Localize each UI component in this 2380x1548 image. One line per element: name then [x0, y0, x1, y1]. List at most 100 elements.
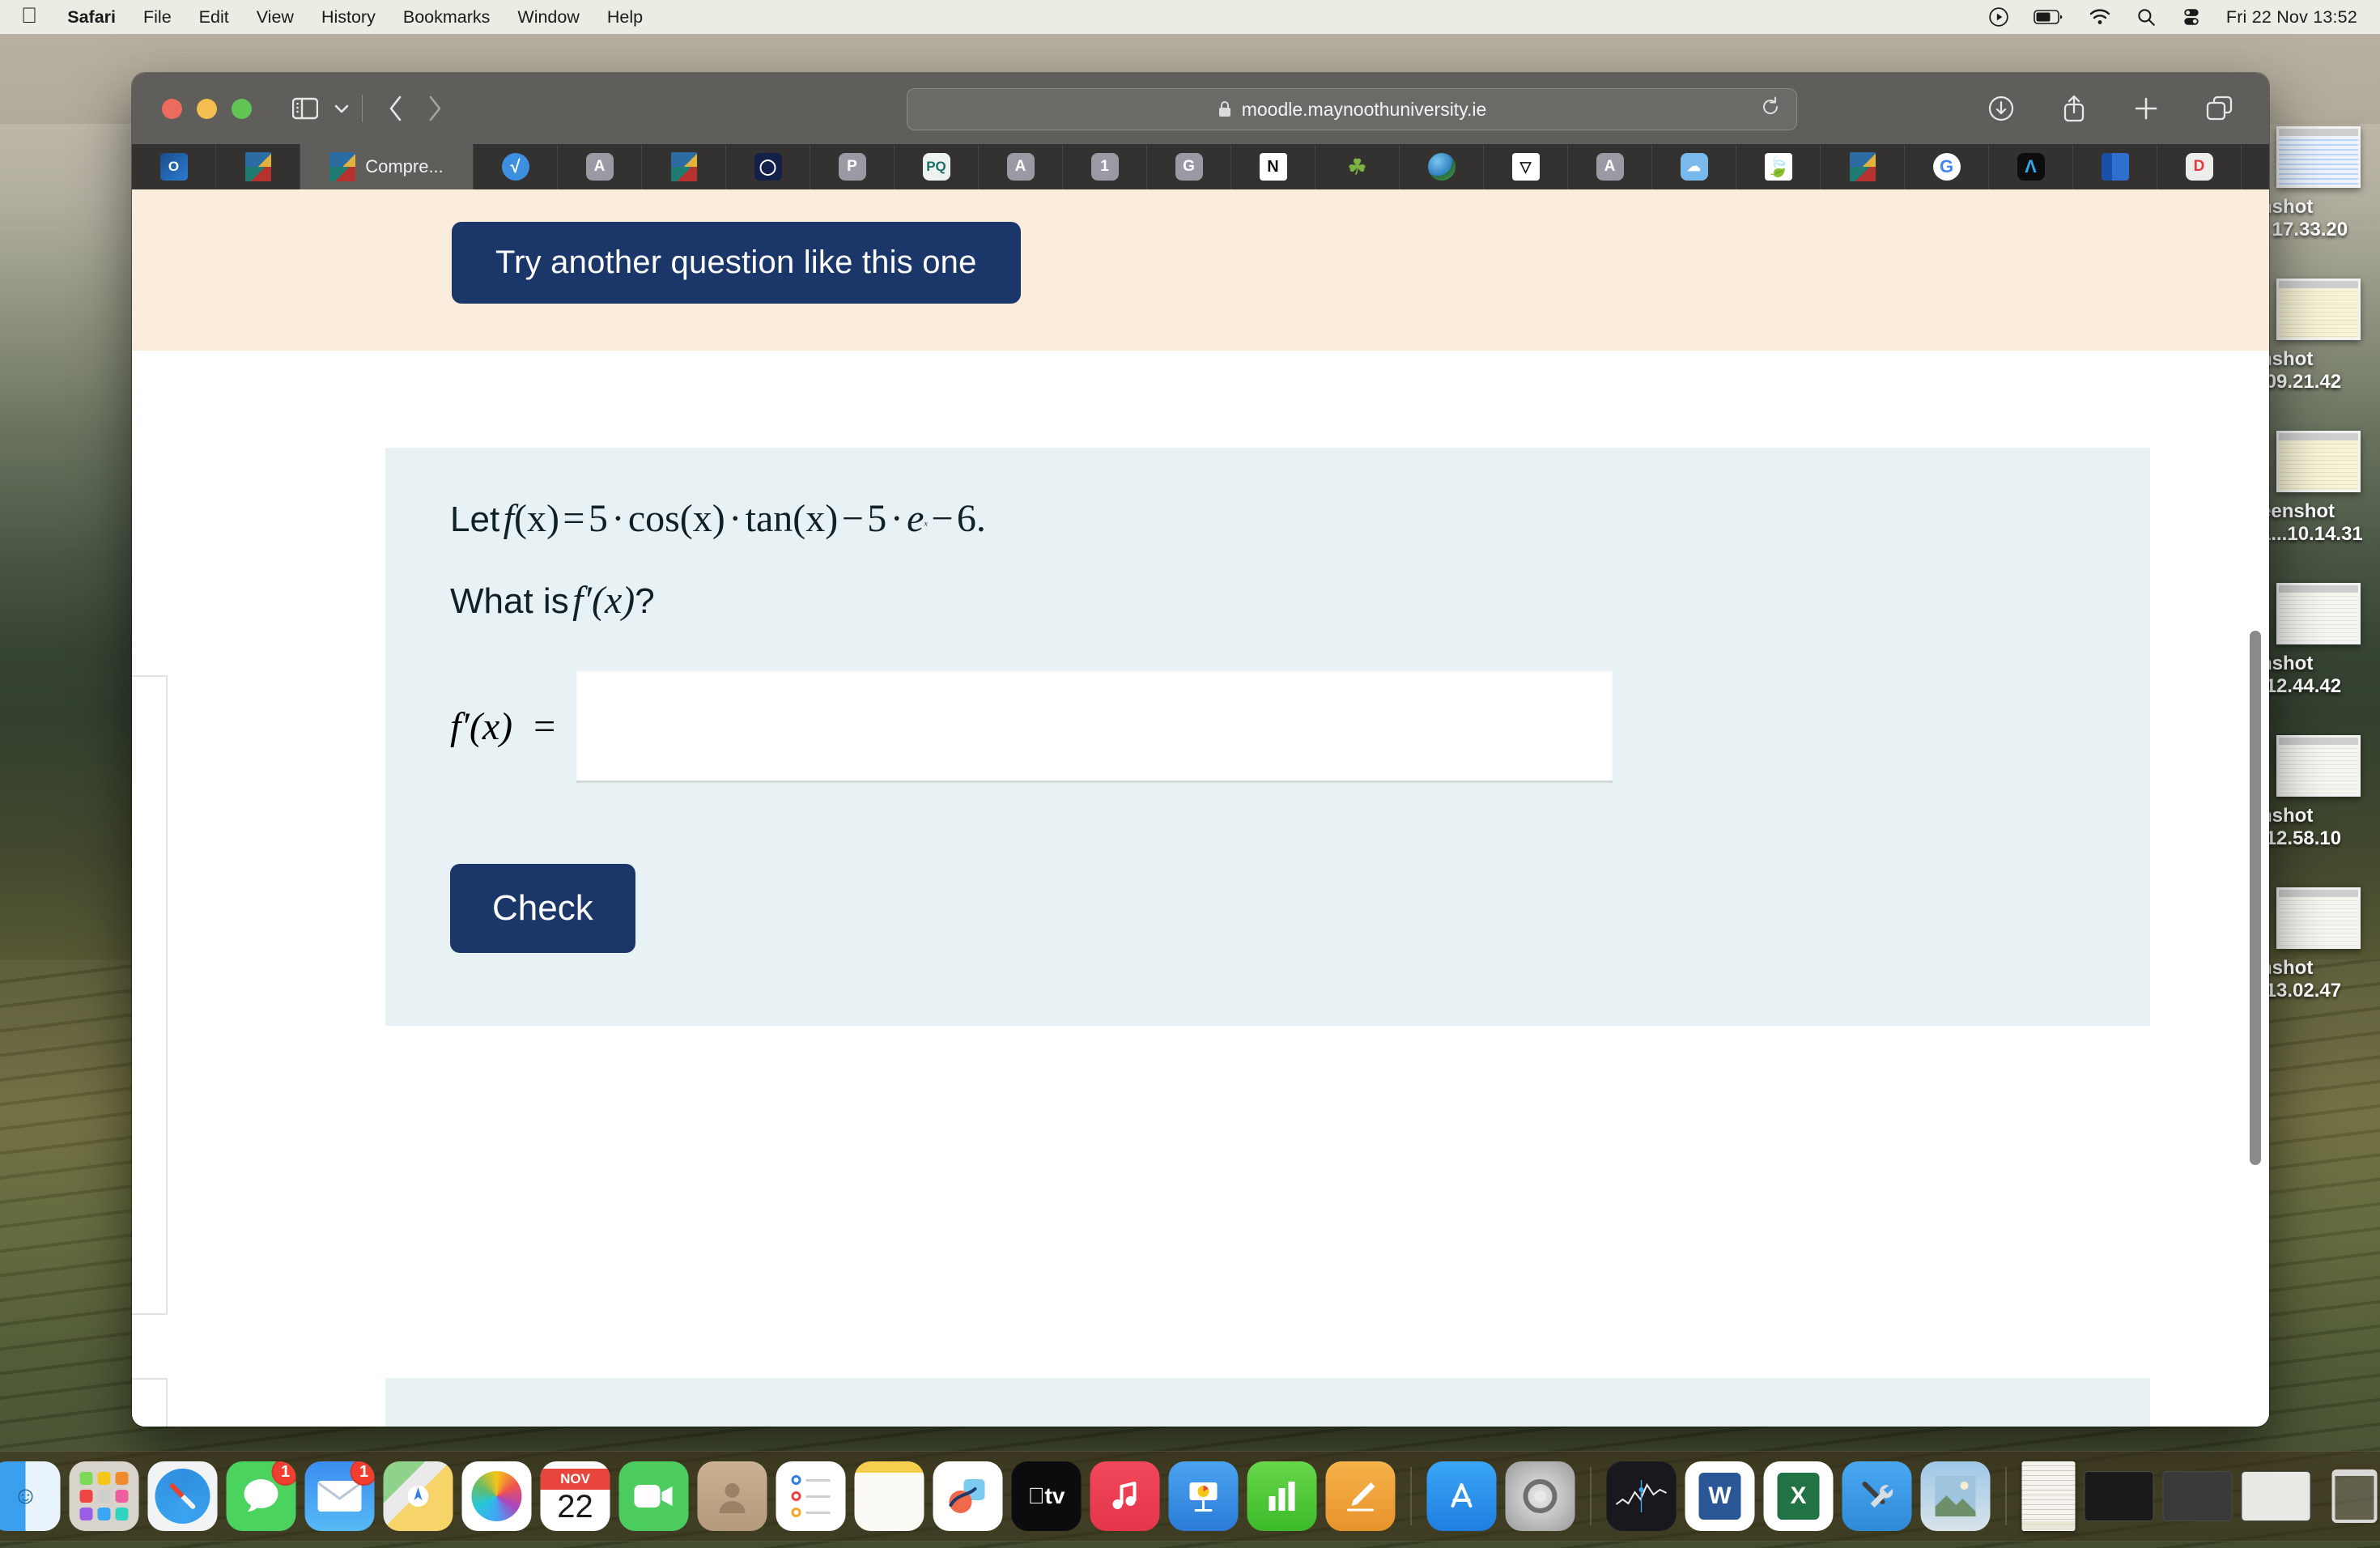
- play-circle-icon[interactable]: [1988, 6, 2009, 28]
- function-argument: (x): [513, 497, 559, 540]
- desktop-item-label: nshot .09.21.42: [2260, 348, 2342, 393]
- finder-icon[interactable]: ☺: [0, 1461, 61, 1531]
- address-bar[interactable]: moodle.maynoothuniversity.ie: [907, 88, 1797, 130]
- music-icon[interactable]: [1090, 1461, 1160, 1531]
- browser-tab[interactable]: [1400, 144, 1484, 189]
- maps-icon[interactable]: [383, 1461, 453, 1531]
- share-icon[interactable]: [2062, 94, 2086, 123]
- close-window-button[interactable]: [162, 98, 182, 119]
- control-center-icon[interactable]: [2181, 6, 2202, 28]
- facetime-icon[interactable]: [618, 1461, 689, 1531]
- check-button[interactable]: Check: [450, 864, 635, 953]
- browser-tab[interactable]: A: [979, 144, 1063, 189]
- safari-icon[interactable]: [147, 1461, 218, 1531]
- browser-tab[interactable]: 🍃: [1736, 144, 1821, 189]
- stocks-icon[interactable]: [1606, 1461, 1677, 1531]
- blue-book-icon: [2101, 153, 2129, 181]
- desktop-item[interactable]: nshot .12.58.10: [2259, 730, 2380, 882]
- browser-tab[interactable]: N: [1231, 144, 1315, 189]
- browser-tab[interactable]: Λ: [1989, 144, 2073, 189]
- wifi-icon[interactable]: [2089, 8, 2111, 26]
- minimize-window-button[interactable]: [197, 98, 217, 119]
- chevron-down-icon[interactable]: [333, 102, 351, 115]
- browser-tab[interactable]: √: [474, 144, 558, 189]
- reminders-icon[interactable]: [776, 1461, 846, 1531]
- desktop-item[interactable]: eenshot 1...10.14.31: [2259, 426, 2380, 578]
- menu-item-view[interactable]: View: [243, 7, 308, 28]
- document-icon[interactable]: [2021, 1461, 2076, 1531]
- apple-logo-icon[interactable]: : [21, 4, 53, 30]
- browser-tab[interactable]: A: [558, 144, 642, 189]
- browser-tab[interactable]: 1: [1063, 144, 1147, 189]
- try-another-banner: Try another question like this one: [132, 189, 2269, 351]
- menu-item-edit[interactable]: Edit: [185, 7, 243, 28]
- freeform-icon[interactable]: [933, 1461, 1003, 1531]
- download-icon[interactable]: [1987, 95, 2015, 122]
- minimized-window-icon[interactable]: [2241, 1471, 2311, 1521]
- pages-icon[interactable]: [1325, 1461, 1396, 1531]
- app-store-icon[interactable]: [1426, 1461, 1497, 1531]
- desktop-item[interactable]: nshot t 17.33.20: [2259, 121, 2380, 274]
- browser-tab[interactable]: A: [1568, 144, 1652, 189]
- browser-tab[interactable]: [1821, 144, 1905, 189]
- photos-icon[interactable]: [461, 1461, 532, 1531]
- browser-tab[interactable]: ◯: [726, 144, 810, 189]
- keynote-icon[interactable]: [1168, 1461, 1239, 1531]
- browser-tab[interactable]: [2073, 144, 2157, 189]
- answer-input[interactable]: [576, 670, 1613, 783]
- browser-tab[interactable]: D: [2157, 144, 2242, 189]
- system-settings-icon[interactable]: [1505, 1461, 1575, 1531]
- battery-icon[interactable]: [2034, 9, 2064, 25]
- sidebar-toggle-icon[interactable]: [292, 97, 318, 120]
- word-icon[interactable]: W: [1685, 1461, 1755, 1531]
- messages-icon[interactable]: 1: [226, 1461, 296, 1531]
- utility-tools-icon[interactable]: [1842, 1461, 1912, 1531]
- desktop-item[interactable]: nshot .13.02.47: [2259, 882, 2380, 1035]
- tab-overview-icon[interactable]: [2206, 96, 2233, 121]
- browser-tab[interactable]: O: [132, 144, 216, 189]
- menu-item-window[interactable]: Window: [504, 7, 593, 28]
- screenshot-app-icon[interactable]: [1920, 1461, 1991, 1531]
- notes-icon[interactable]: [854, 1461, 924, 1531]
- browser-tab[interactable]: P: [810, 144, 895, 189]
- browser-tab[interactable]: G: [1905, 144, 1989, 189]
- minimized-window-icon[interactable]: [2084, 1471, 2154, 1521]
- contacts-icon[interactable]: [697, 1461, 767, 1531]
- menu-item-safari[interactable]: Safari: [53, 7, 130, 28]
- desktop-item[interactable]: nshot .09.21.42: [2259, 274, 2380, 426]
- menu-item-history[interactable]: History: [308, 7, 389, 28]
- browser-tab[interactable]: ☁: [1652, 144, 1736, 189]
- reload-icon[interactable]: [1761, 96, 1780, 123]
- url-text: moodle.maynoothuniversity.ie: [1241, 98, 1487, 120]
- menu-bar-clock[interactable]: Fri 22 Nov 13:52: [2226, 7, 2357, 28]
- back-arrow-icon[interactable]: [387, 95, 405, 122]
- apple-tv-icon[interactable]: tv: [1011, 1461, 1082, 1531]
- browser-tab[interactable]: ☘: [1315, 144, 1400, 189]
- minimized-window-icon[interactable]: [2162, 1471, 2233, 1521]
- browser-tab[interactable]: PQ: [895, 144, 979, 189]
- browser-tab[interactable]: G: [1147, 144, 1231, 189]
- try-another-question-button[interactable]: Try another question like this one: [452, 222, 1021, 304]
- browser-tab-active[interactable]: Compre...: [300, 144, 474, 189]
- desktop-item[interactable]: nshot .12.44.42: [2259, 578, 2380, 730]
- browser-tab[interactable]: [642, 144, 726, 189]
- minus-sign: −: [841, 497, 864, 540]
- maximize-window-button[interactable]: [232, 98, 252, 119]
- menu-item-bookmarks[interactable]: Bookmarks: [389, 7, 504, 28]
- browser-tab[interactable]: [216, 144, 300, 189]
- menu-item-help[interactable]: Help: [593, 7, 657, 28]
- new-tab-icon[interactable]: [2133, 96, 2159, 121]
- browser-tab[interactable]: ▽: [1484, 144, 1568, 189]
- forward-arrow-icon[interactable]: [426, 95, 444, 122]
- search-icon[interactable]: [2136, 6, 2157, 28]
- trash-icon[interactable]: [2320, 1461, 2380, 1531]
- macos-menu-bar:  Safari File Edit View History Bookmark…: [0, 0, 2380, 34]
- menu-item-file[interactable]: File: [130, 7, 185, 28]
- launchpad-icon[interactable]: [69, 1461, 139, 1531]
- excel-icon[interactable]: X: [1763, 1461, 1834, 1531]
- numbers-icon[interactable]: [1247, 1461, 1317, 1531]
- calendar-icon[interactable]: NOV 22: [540, 1461, 610, 1531]
- mail-icon[interactable]: 1: [304, 1461, 375, 1531]
- browser-tab[interactable]: [2242, 144, 2269, 189]
- page-vertical-scrollbar[interactable]: [2250, 631, 2261, 1165]
